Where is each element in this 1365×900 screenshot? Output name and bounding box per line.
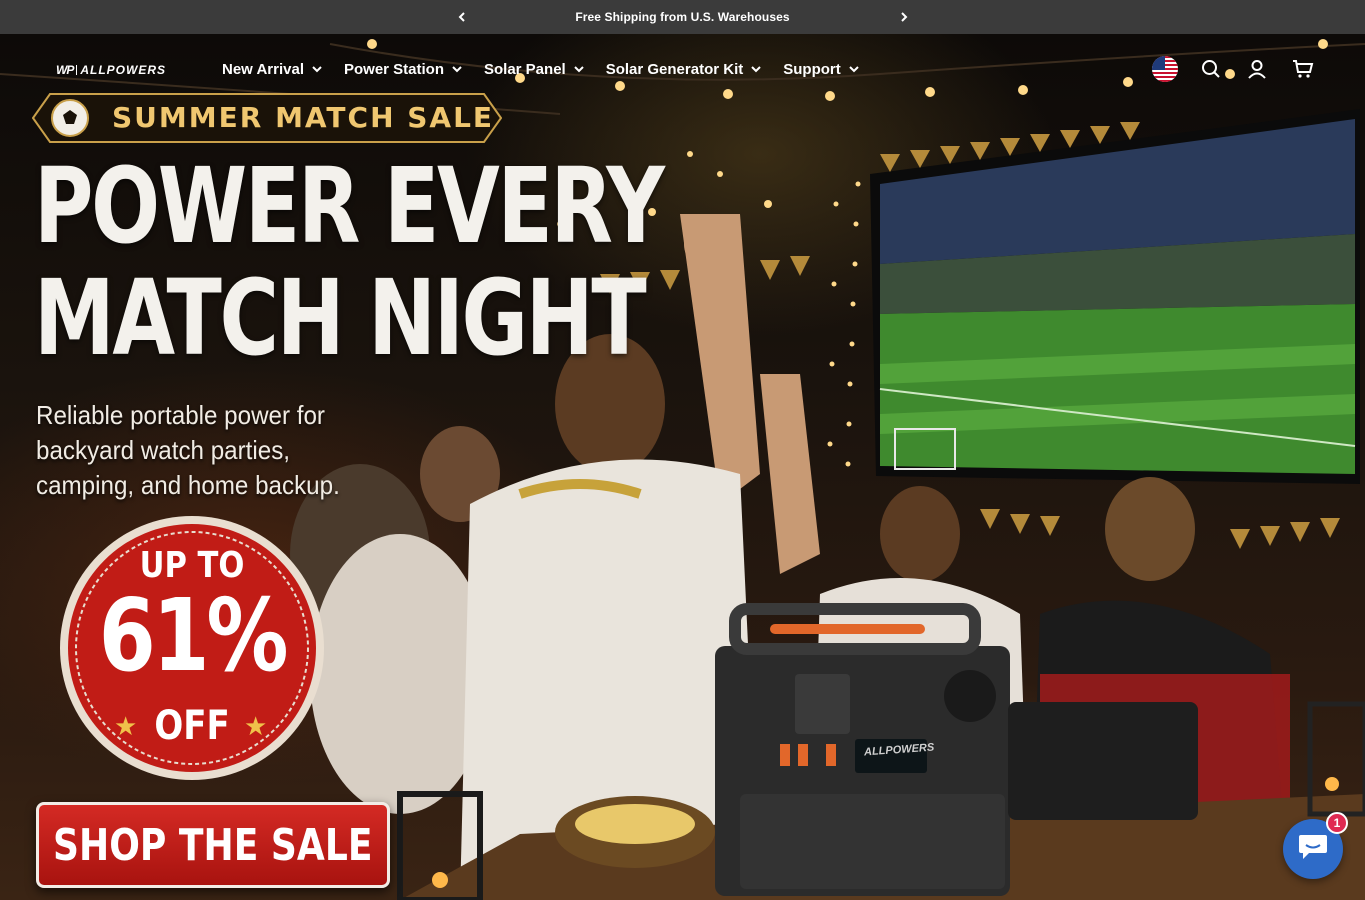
nav-item-label: Support <box>783 60 841 78</box>
nav-item-solar-generator-kit[interactable]: Solar Generator Kit <box>606 58 762 80</box>
nav-item-power-station[interactable]: Power Station <box>344 58 462 80</box>
chevron-down-icon <box>751 64 761 74</box>
header-icons <box>1152 56 1336 82</box>
badge-text: SUMMER MATCH SALE <box>112 101 495 134</box>
hero-subhead: Reliable portable power for backyard wat… <box>36 400 340 500</box>
announcement-text[interactable]: Free Shipping from U.S. Warehouses <box>575 10 789 24</box>
chevron-down-icon <box>312 64 322 74</box>
star-icon: ★ <box>244 711 268 741</box>
account-icon[interactable] <box>1244 56 1270 82</box>
chevron-down-icon <box>573 64 584 74</box>
cart-icon[interactable] <box>1290 56 1316 82</box>
seal-percent: 61% <box>98 577 289 694</box>
nav-item-label: Solar Generator Kit <box>605 60 744 78</box>
nav-item-label: New Arrival <box>222 60 304 78</box>
chevron-down-icon <box>452 64 462 74</box>
chevron-left-icon[interactable] <box>454 9 470 25</box>
nav-item-new-arrival[interactable]: New Arrival <box>222 58 322 80</box>
nav-item-label: Solar Panel <box>484 60 566 78</box>
headline-line-2: MATCH NIGHT <box>34 257 647 379</box>
site-logo[interactable]: WP ALLPOWERS <box>56 62 166 78</box>
chevron-right-icon[interactable] <box>896 9 912 25</box>
shop-the-sale-button[interactable]: SHOP THE SALE <box>36 802 390 888</box>
chat-notification-badge: 1 <box>1326 812 1348 834</box>
hero-headline: POWER EVERY MATCH NIGHT <box>34 145 665 379</box>
logo-wordmark: ALLPOWERS <box>80 63 167 77</box>
chevron-down-icon <box>849 64 859 74</box>
logo-divider <box>76 65 78 75</box>
us-flag-icon[interactable] <box>1152 56 1178 82</box>
search-icon[interactable] <box>1198 56 1224 82</box>
logo-mark: WP <box>56 63 74 77</box>
nav-item-solar-panel[interactable]: Solar Panel <box>484 58 584 80</box>
cta-label: SHOP THE SALE <box>53 819 373 871</box>
chat-icon <box>1297 832 1329 867</box>
main-nav: New Arrival Power Station Solar Panel So… <box>222 58 881 80</box>
nav-item-label: Power Station <box>343 60 444 78</box>
headline-line-1: POWER EVERY <box>34 145 665 267</box>
nav-item-support[interactable]: Support <box>783 58 859 80</box>
announcement-bar: Free Shipping from U.S. Warehouses <box>0 0 1365 34</box>
seal-bottom-text: OFF <box>154 703 230 749</box>
